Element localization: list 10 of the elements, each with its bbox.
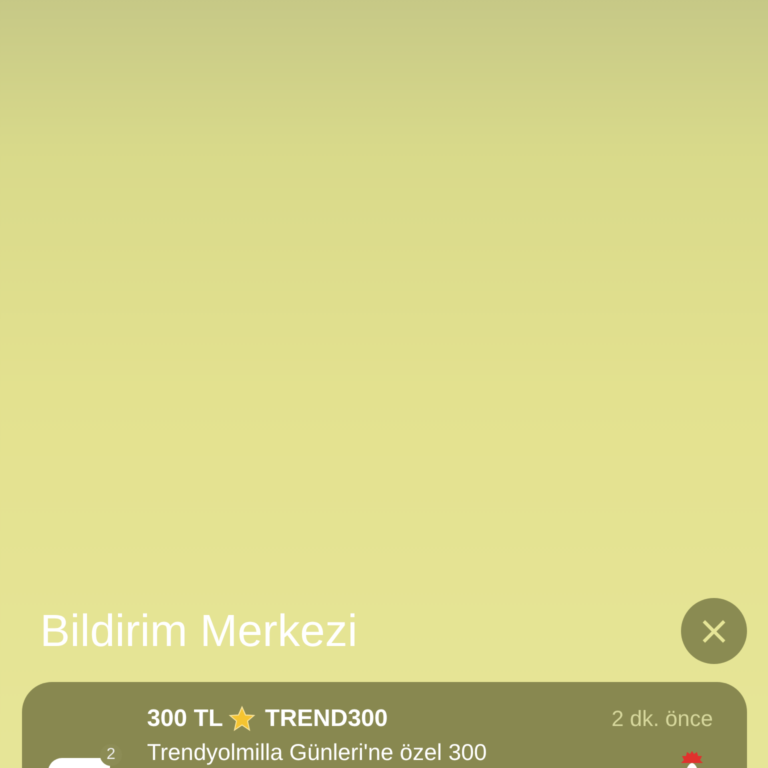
promo-code: TREND300 [265, 705, 388, 733]
notification-card[interactable]: 2 300 TL TREND300 2 dk. önce Trendyolmilla Günleri'ne özel 300 [22, 682, 747, 768]
count-badge: 2 [100, 744, 122, 766]
star-icon [227, 704, 258, 734]
page-title: Bildirim Merkezi [40, 605, 358, 657]
notification-title: 300 TL [147, 705, 224, 733]
notification-message: Trendyolmilla Günleri'ne özel 300 [147, 739, 487, 765]
close-button[interactable]: × [681, 598, 747, 664]
notification-time: 2 dk. önce [611, 706, 713, 732]
sticker-icon [681, 750, 703, 768]
